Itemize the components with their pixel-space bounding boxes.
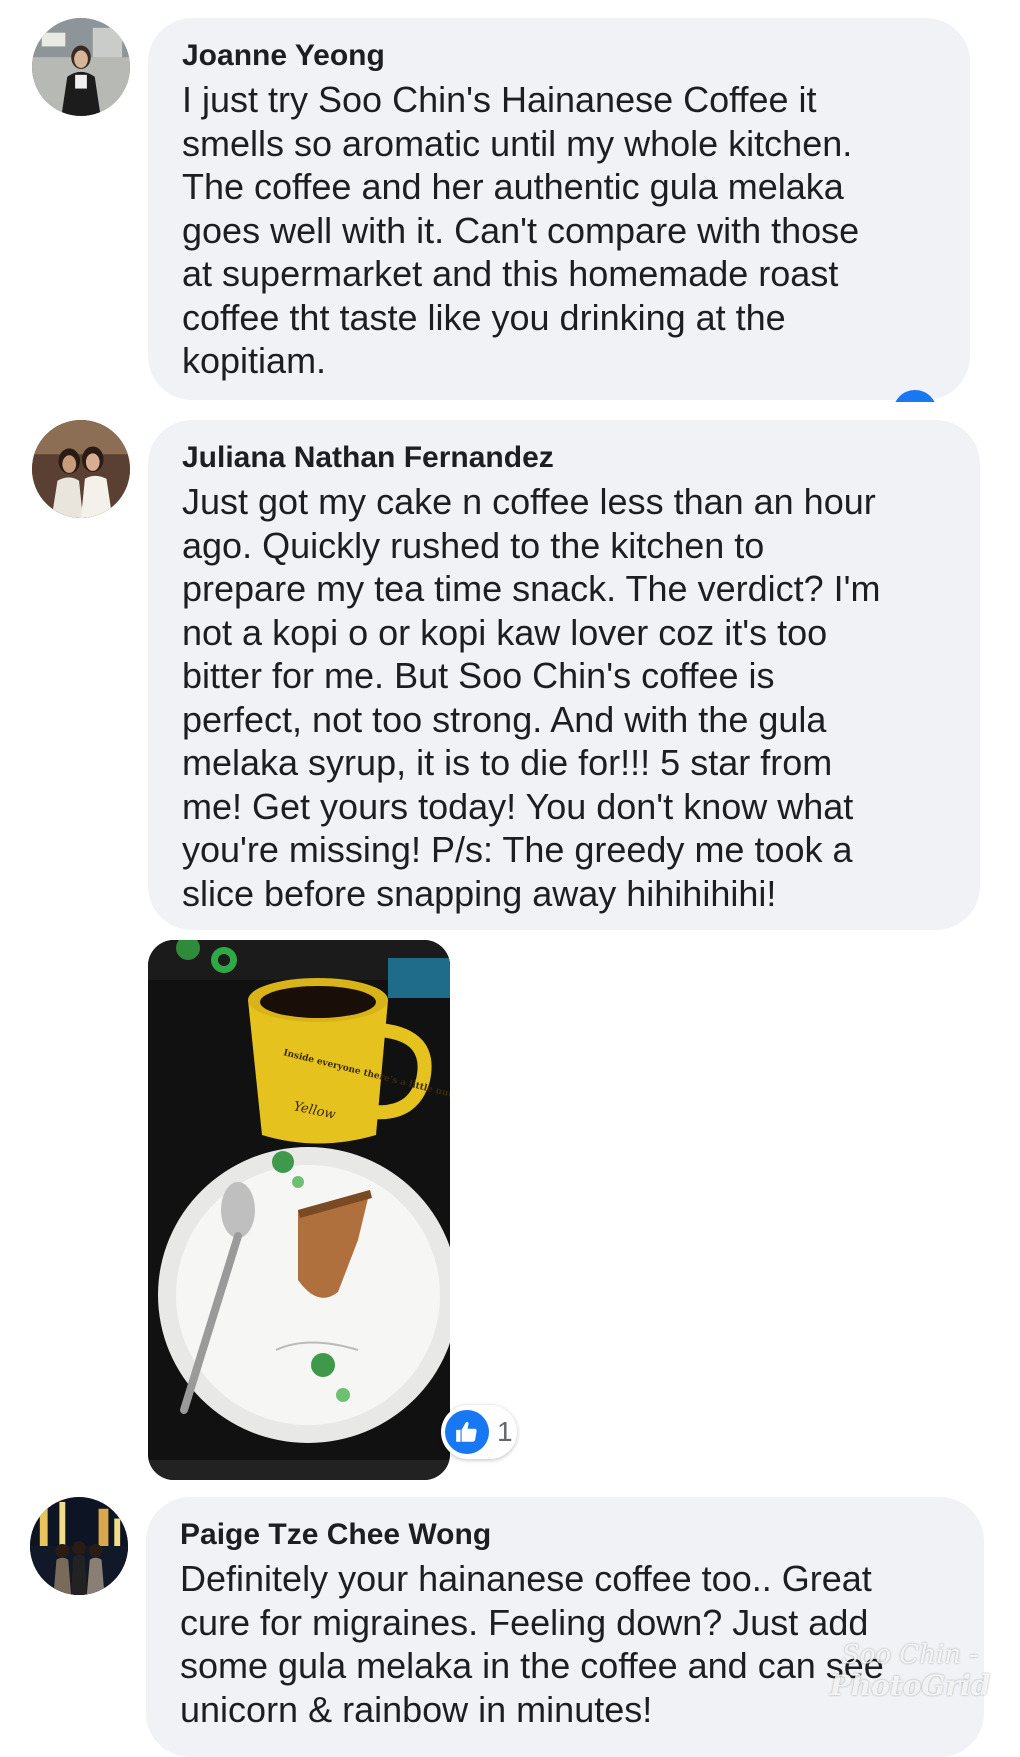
coffee-and-cake-photo: Inside everyone there's a little nut. Ye… — [148, 940, 450, 1480]
watermark-line1: Soo Chin - — [841, 1640, 979, 1670]
watermark-line2: PhotoGrid — [829, 1669, 991, 1702]
reaction-like-badge[interactable]: 1 — [441, 1405, 517, 1459]
comment-author-name[interactable]: Paige Tze Chee Wong — [180, 1517, 954, 1553]
avatar-joanne-yeong[interactable] — [32, 18, 130, 116]
comment-photo-attachment[interactable]: Inside everyone there's a little nut. Ye… — [148, 940, 450, 1480]
comment-text: Just got my cake n coffee less than an h… — [182, 481, 881, 914]
avatar-paige-tze-chee-wong[interactable] — [30, 1497, 128, 1595]
reaction-badge-peek[interactable] — [893, 390, 937, 402]
comment-bubble-joanne: Joanne Yeong I just try Soo Chin's Haina… — [148, 18, 970, 400]
reaction-count: 1 — [497, 1416, 513, 1447]
comment-author-name[interactable]: Joanne Yeong — [182, 38, 940, 74]
comment-author-name[interactable]: Juliana Nathan Fernandez — [182, 440, 950, 476]
photogrid-watermark: Soo Chin - PhotoGrid — [820, 1640, 1000, 1702]
avatar-juliana-image — [32, 420, 130, 518]
comment-text: I just try Soo Chin's Hainanese Coffee i… — [182, 79, 860, 381]
comment-bubble-juliana: Juliana Nathan Fernandez Just got my cak… — [148, 420, 980, 930]
avatar-juliana-nathan-fernandez[interactable] — [32, 420, 130, 518]
like-thumb-icon — [445, 1410, 489, 1454]
avatar-joanne-image — [32, 18, 130, 116]
avatar-paige-image — [30, 1497, 128, 1595]
comment-bubble-paige: Paige Tze Chee Wong Definitely your hain… — [146, 1497, 984, 1757]
like-thumb-icon — [893, 390, 937, 402]
